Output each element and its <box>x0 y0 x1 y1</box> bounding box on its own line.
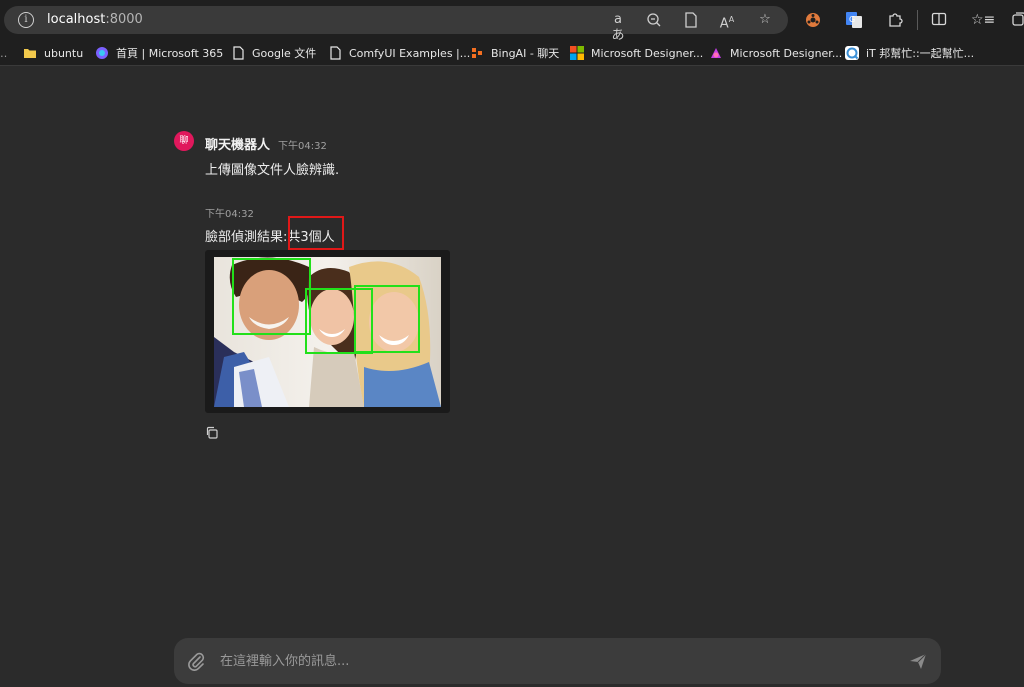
bot-message-intro: 上傳圖像文件人臉辨識. <box>205 163 340 178</box>
toolbar-divider <box>917 10 918 30</box>
message-timestamp: 下午04:32 <box>278 141 327 152</box>
microsoft-logo-icon <box>570 46 584 60</box>
result-prefix: 臉部偵測結果: <box>205 230 288 245</box>
font-size-icon[interactable]: AA <box>718 12 736 31</box>
split-screen-icon[interactable] <box>930 11 948 29</box>
bookmark-microsoft-365[interactable]: 首頁 | Microsoft 365 <box>95 44 223 62</box>
bot-avatar: 聊 <box>174 131 194 151</box>
folder-icon <box>23 46 37 60</box>
browser-toolbar: i localhost:8000 aあ AA ☆ G ☆≡ <box>0 0 1024 43</box>
face-detection-image[interactable] <box>214 257 441 407</box>
svg-text:G: G <box>849 15 855 24</box>
bookmark-microsoft-designer-1[interactable]: Microsoft Designer... <box>570 44 703 62</box>
read-aloud-icon[interactable]: aあ <box>609 12 627 43</box>
site-info-icon[interactable]: i <box>18 12 34 28</box>
annotation-highlight-box <box>288 216 344 250</box>
collections-icon[interactable] <box>1010 11 1024 29</box>
url-text[interactable]: localhost:8000 <box>47 12 143 27</box>
ithome-icon <box>845 46 859 60</box>
attach-paperclip-icon[interactable] <box>186 651 206 671</box>
bookmarks-overflow[interactable]: ‥ <box>0 44 7 62</box>
bookmark-ubuntu[interactable]: ubuntu <box>23 44 83 62</box>
message-timestamp: 下午04:32 <box>205 209 254 220</box>
address-bar[interactable]: i localhost:8000 aあ AA ☆ <box>4 6 788 43</box>
document-icon <box>231 46 245 60</box>
google-translate-icon[interactable]: G <box>845 11 863 29</box>
zoom-out-icon[interactable] <box>645 12 663 28</box>
bookmark-ithome[interactable]: iT 邦幫忙::一起幫忙... <box>845 44 974 62</box>
m365-icon <box>95 46 109 60</box>
extension-wheel-icon[interactable] <box>804 11 822 29</box>
bookmark-google-docs[interactable]: Google 文件 <box>231 44 316 62</box>
bot-name: 聊天機器人 <box>205 138 271 153</box>
favorite-star-icon[interactable]: ☆ <box>756 12 774 28</box>
document-icon <box>328 46 342 60</box>
favorites-list-icon[interactable]: ☆≡ <box>971 11 995 29</box>
bookmarks-bar: ‥ ubuntu 首頁 | Microsoft 365 Google 文件 Co… <box>0 40 1024 66</box>
bookmark-microsoft-designer-2[interactable]: Microsoft Designer... <box>709 44 842 62</box>
send-icon[interactable] <box>908 651 928 671</box>
extensions-puzzle-icon[interactable] <box>886 11 904 29</box>
chat-area <box>0 67 1024 687</box>
bing-icon <box>470 46 484 60</box>
designer-icon <box>709 46 723 60</box>
bookmark-bingai-chat[interactable]: BingAI - 聊天 <box>470 44 559 62</box>
bookmark-comfyui-examples[interactable]: ComfyUI Examples |... <box>328 44 470 62</box>
message-input[interactable] <box>220 650 880 672</box>
copy-icon[interactable] <box>205 424 218 439</box>
reading-view-icon[interactable] <box>682 12 700 28</box>
message-composer <box>174 638 941 684</box>
result-image-container[interactable] <box>205 250 450 413</box>
